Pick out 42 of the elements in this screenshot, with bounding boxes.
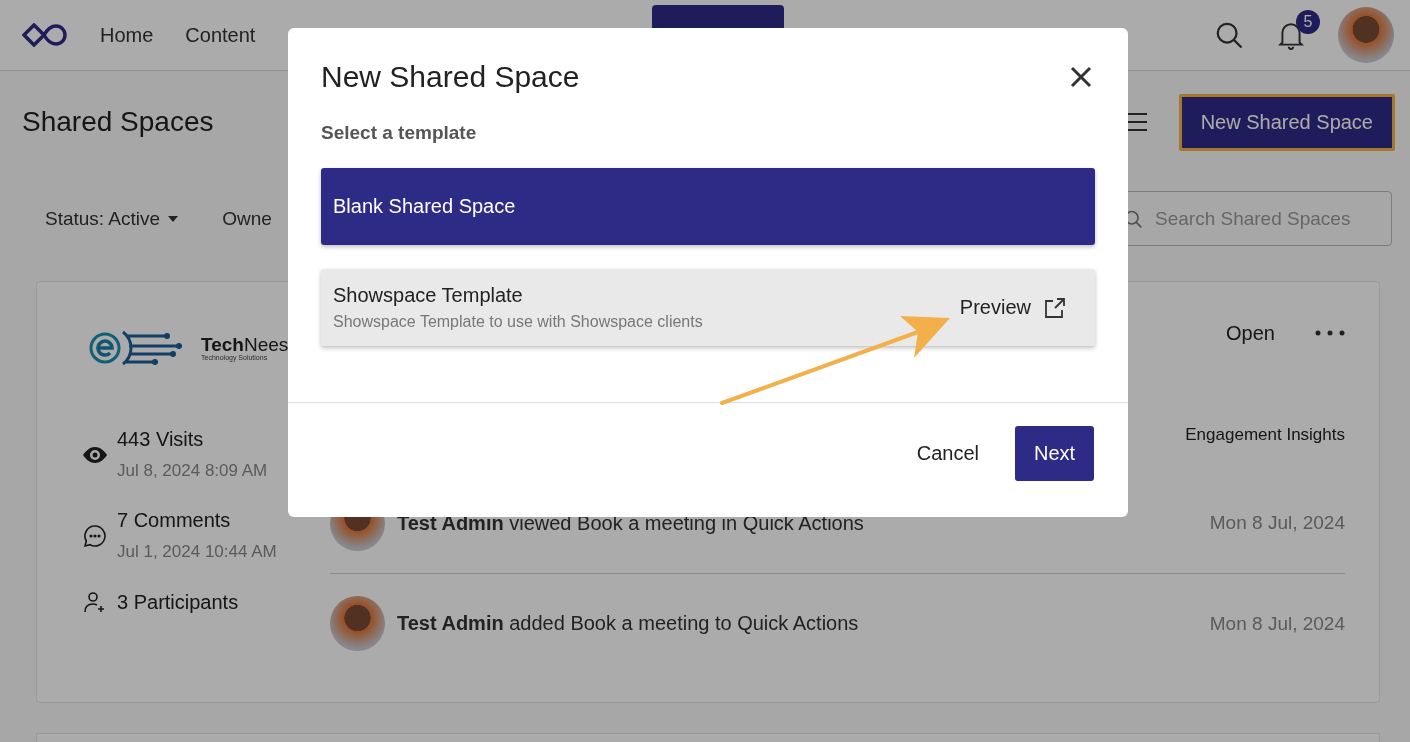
- search-input[interactable]: Search Shared Spaces: [1153, 206, 1373, 231]
- page-title: Shared Spaces: [22, 106, 214, 138]
- modal-subtitle: Select a template: [320, 121, 478, 144]
- preview-link[interactable]: Preview: [959, 296, 1065, 319]
- template-option[interactable]: Blank Shared Space: [321, 168, 1095, 245]
- add-person-icon: [83, 590, 107, 614]
- owner-filter[interactable]: Owne: [222, 207, 272, 230]
- open-button[interactable]: Open: [1220, 320, 1281, 346]
- external-link-icon: [1045, 297, 1065, 318]
- close-button[interactable]: [1070, 66, 1092, 88]
- new-shared-space-button[interactable]: New Shared Space: [1178, 93, 1395, 151]
- modal-title: New Shared Space: [321, 60, 580, 94]
- stat-label: 7 Comments: [117, 509, 232, 532]
- stat-date: Jul 8, 2024 8:09 AM: [117, 461, 268, 481]
- template-title: Blank Shared Space: [333, 195, 516, 218]
- cancel-button[interactable]: Cancel: [910, 441, 985, 466]
- activity-date: Mon 8 Jul, 2024: [1209, 512, 1345, 534]
- nav-link[interactable]: Content: [185, 23, 256, 47]
- notification-badge: 5: [1296, 10, 1320, 34]
- more-options-icon[interactable]: [1315, 330, 1345, 336]
- avatar: [330, 596, 385, 651]
- eye-icon: [83, 446, 107, 463]
- infinity-logo-icon: [22, 23, 68, 47]
- search-icon[interactable]: [1214, 20, 1244, 50]
- nav-link[interactable]: Home: [100, 23, 154, 47]
- template-option[interactable]: Showspace Template Showspace Template to use with Showspace clients Preview: [321, 269, 1095, 346]
- stat-label: 3 Participants: [117, 590, 239, 614]
- chat-bubble-icon: [83, 523, 107, 548]
- template-title: Showspace Template: [333, 284, 524, 307]
- caret-icon: [168, 215, 179, 222]
- activity-date: Mon 8 Jul, 2024: [1209, 612, 1345, 635]
- next-button[interactable]: Next: [1015, 426, 1094, 481]
- menu-icon[interactable]: [1126, 112, 1147, 132]
- stat-label: 443 Visits: [117, 428, 205, 451]
- activity-text: Test Admin added Book a meeting to Quick Actions: [397, 612, 860, 635]
- status-filter[interactable]: Status: Active: [45, 207, 179, 230]
- template-description: Showspace Template to use with Showspace clients: [333, 313, 703, 331]
- logo-name: TechNees: [201, 335, 289, 354]
- bell-icon[interactable]: [1278, 20, 1304, 50]
- stat-date: Jul 1, 2024 10:44 AM: [117, 542, 277, 562]
- engagement-insights-link[interactable]: Engagement Insights: [1185, 425, 1345, 445]
- avatar[interactable]: [1338, 7, 1394, 63]
